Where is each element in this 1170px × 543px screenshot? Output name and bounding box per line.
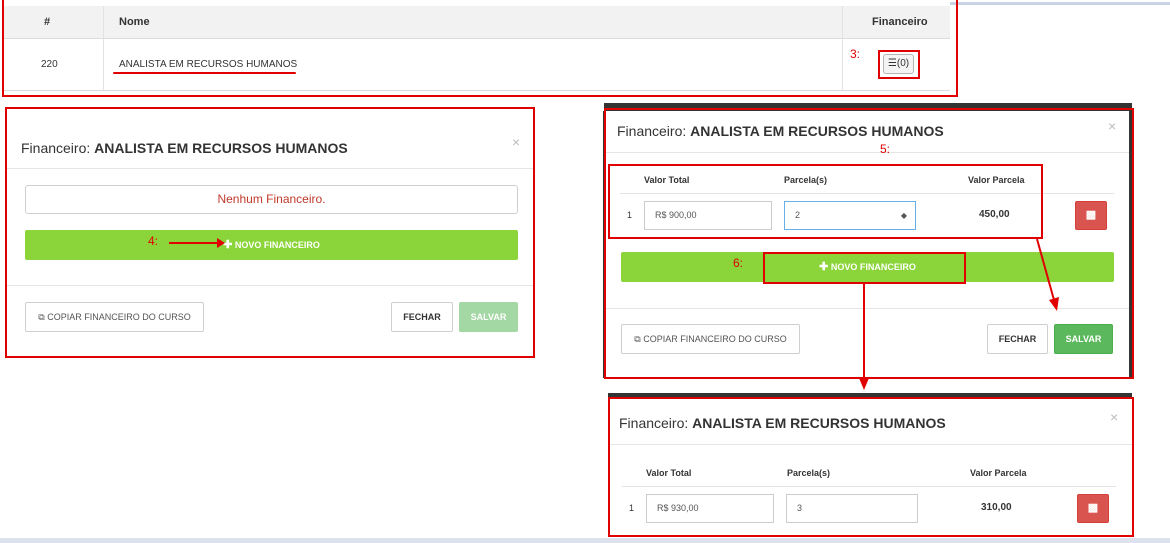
annotation-box-modal-result [608, 397, 1134, 537]
page-bottom-bar [0, 538, 1170, 543]
